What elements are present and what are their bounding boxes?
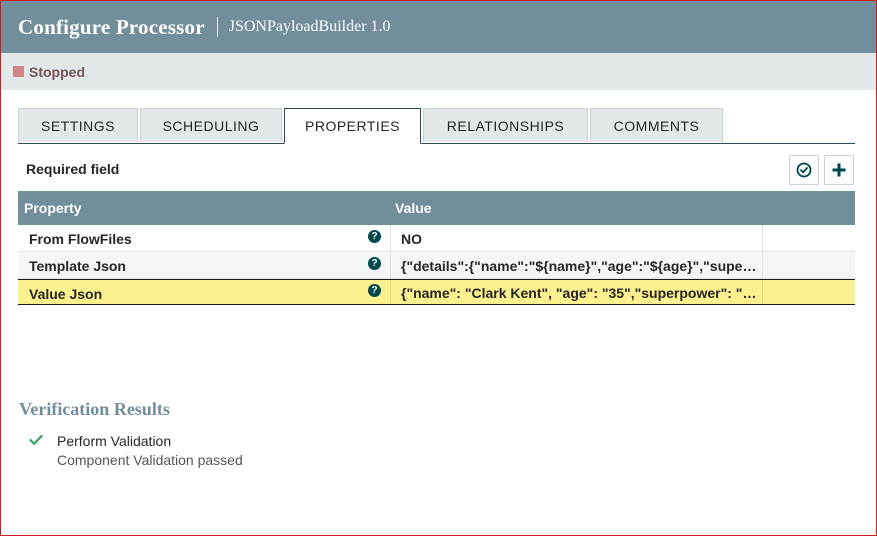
verification-results-title: Verification Results — [19, 399, 170, 419]
tab-comments[interactable]: COMMENTS — [590, 108, 723, 142]
column-header-property: Property — [24, 200, 82, 216]
column-divider — [762, 225, 763, 251]
tab-settings[interactable]: SETTINGS — [18, 108, 138, 142]
property-value[interactable]: NO — [401, 231, 758, 247]
stopped-icon — [13, 66, 24, 77]
property-value[interactable]: {"name": "Clark Kent", "age": "35","supe… — [401, 285, 758, 301]
dialog-header: Configure Processor JSONPayloadBuilder 1… — [1, 1, 876, 53]
check-circle-icon — [796, 162, 812, 178]
status-bar: Stopped — [1, 53, 876, 90]
property-name: Value Json — [29, 286, 103, 302]
column-divider — [762, 280, 763, 304]
tab-properties[interactable]: PROPERTIES — [284, 108, 421, 144]
properties-table: Property Value From FlowFiles ? NO Templ… — [18, 191, 855, 305]
verification-item-name: Perform Validation — [57, 433, 172, 449]
property-name: From FlowFiles — [29, 231, 132, 247]
dialog-title: Configure Processor — [18, 14, 205, 39]
plus-icon — [832, 163, 846, 177]
processor-type: JSONPayloadBuilder 1.0 — [228, 18, 391, 35]
help-icon[interactable]: ? — [368, 257, 381, 270]
column-header-value: Value — [395, 200, 432, 216]
column-divider — [390, 280, 391, 304]
required-field-label: Required field — [26, 161, 120, 177]
help-icon[interactable]: ? — [368, 230, 381, 243]
tab-bar: SETTINGS SCHEDULING PROPERTIES RELATIONS… — [18, 108, 855, 144]
column-divider — [390, 225, 391, 251]
check-icon — [29, 434, 43, 445]
property-name: Template Json — [29, 258, 126, 274]
table-row[interactable]: Template Json ? {"details":{"name":"${na… — [18, 252, 855, 279]
table-row[interactable]: From FlowFiles ? NO — [18, 225, 855, 252]
tab-relationships[interactable]: RELATIONSHIPS — [423, 108, 588, 142]
column-divider — [390, 252, 391, 278]
verification-item-detail: Component Validation passed — [57, 452, 243, 468]
help-icon[interactable]: ? — [368, 284, 381, 297]
property-value[interactable]: {"details":{"name":"${name}","age":"${ag… — [401, 258, 758, 274]
configure-processor-dialog: Configure Processor JSONPayloadBuilder 1… — [0, 0, 877, 536]
column-divider — [762, 252, 763, 278]
add-property-button[interactable] — [824, 155, 854, 185]
table-row-selected[interactable]: Value Json ? {"name": "Clark Kent", "age… — [18, 279, 855, 305]
status-label: Stopped — [29, 63, 85, 80]
tab-scheduling[interactable]: SCHEDULING — [140, 108, 282, 142]
table-header: Property Value — [18, 191, 855, 225]
verify-button[interactable] — [789, 155, 819, 185]
header-separator — [216, 17, 218, 37]
